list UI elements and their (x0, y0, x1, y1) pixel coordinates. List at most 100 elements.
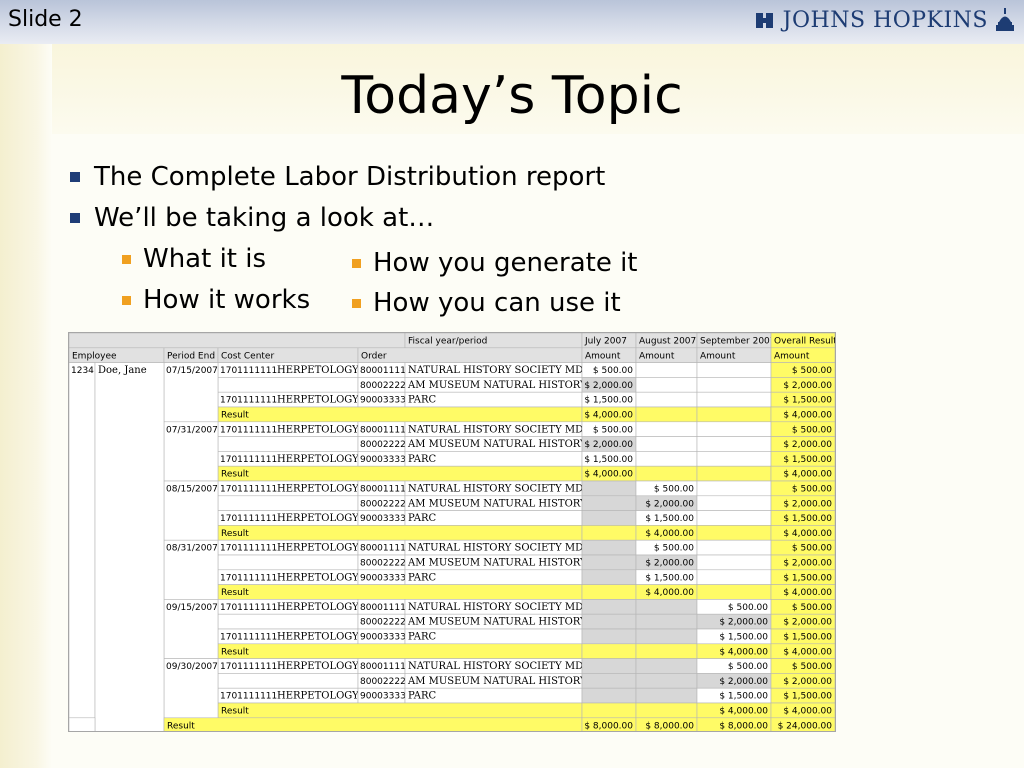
overall-value: $ 2,000.00 (783, 677, 832, 687)
bullet-text: How you generate it (373, 248, 638, 278)
cost-center-name: HERPETOLOGY (277, 572, 359, 583)
cost-center-name: HERPETOLOGY (277, 424, 359, 435)
overall-value: $ 4,000.00 (783, 588, 832, 598)
header-label: Amount (585, 351, 621, 361)
amount-cell (581, 554, 637, 571)
result-label: Result (221, 470, 249, 480)
amount-value: $ 2,000.00 (645, 499, 694, 509)
cost-center-cell (217, 554, 359, 571)
amount-cell (581, 628, 637, 645)
amount-value: $ 500.00 (654, 544, 694, 554)
order-name: AM MUSEUM NATURAL HISTORY (407, 439, 587, 450)
cost-center-name: HERPETOLOGY (277, 365, 359, 376)
result-amount-cell (696, 406, 772, 423)
overall-value: $ 500.00 (792, 603, 832, 613)
amount-cell (635, 658, 698, 674)
dome-icon (996, 8, 1014, 31)
cost-center-code: 1701111111 (220, 662, 277, 672)
result-label-cell (217, 702, 583, 719)
order-number: 80001111 (360, 544, 406, 554)
employee-id: 1234 (71, 366, 94, 376)
cost-center-code: 1701111111 (220, 544, 277, 554)
amount-cell (635, 377, 698, 393)
grand-result-value: $ 8,000.00 (645, 721, 694, 731)
overall-value: $ 500.00 (792, 485, 832, 495)
amount-cell (581, 569, 637, 585)
grand-result-value: $ 8,000.00 (584, 721, 633, 731)
amount-cell (581, 613, 637, 630)
logo-emblem-icon (755, 13, 773, 28)
order-name: PARC (408, 395, 437, 406)
period-end-date: 08/15/2007 (166, 485, 218, 495)
result-label: Result (221, 647, 249, 657)
overall-value: $ 2,000.00 (783, 381, 832, 391)
cost-center-code: 1701111111 (220, 366, 277, 376)
employee-name: Doe, Jane (98, 365, 147, 376)
order-name: NATURAL HISTORY SOCIETY MD (408, 484, 583, 495)
amount-cell (581, 687, 637, 704)
overall-value: $ 2,000.00 (783, 440, 832, 450)
overall-value: $ 2,000.00 (783, 499, 832, 509)
overall-value: $ 1,500.00 (783, 455, 832, 465)
overall-value: $ 1,500.00 (783, 396, 832, 406)
square-bullet-icon (352, 258, 361, 268)
square-bullet-icon (352, 298, 361, 308)
order-number: 90003333 (360, 514, 406, 524)
result-label-cell (217, 406, 583, 423)
header-label: September 2007 (700, 337, 776, 347)
order-name: PARC (408, 513, 437, 524)
result-label-cell (217, 584, 583, 600)
amount-cell (581, 480, 637, 497)
university-logo: JOHNS HOPKINS (755, 5, 1014, 35)
cost-center-name: HERPETOLOGY (277, 691, 359, 702)
result-amount: $ 4,000.00 (645, 529, 694, 539)
amount-cell (696, 436, 772, 452)
result-amount: $ 4,000.00 (584, 411, 633, 421)
result-label-cell (217, 643, 583, 659)
amount-cell (696, 362, 772, 378)
amount-value: $ 500.00 (654, 485, 694, 495)
header-label: Cost Center (221, 351, 274, 361)
square-bullet-icon (122, 254, 131, 264)
result-label: Result (221, 588, 249, 598)
cost-center-cell (217, 673, 359, 689)
bullet-text: We’ll be taking a look at… (94, 203, 435, 233)
amount-cell (581, 673, 637, 689)
order-number: 80002222 (360, 499, 406, 509)
result-amount: $ 4,000.00 (719, 647, 768, 657)
amount-value: $ 2,000.00 (584, 381, 633, 391)
square-bullet-icon (122, 295, 131, 305)
cost-center-name: HERPETOLOGY (277, 632, 359, 643)
amount-cell (696, 569, 772, 585)
amount-value: $ 2,000.00 (719, 677, 768, 687)
order-name: PARC (408, 632, 437, 643)
order-name: NATURAL HISTORY SOCIETY MD (408, 661, 583, 672)
result-amount-cell (581, 584, 637, 600)
amount-cell (581, 539, 637, 556)
amount-value: $ 2,000.00 (584, 440, 633, 450)
amount-value: $ 2,000.00 (719, 618, 768, 628)
amount-cell (581, 510, 637, 526)
amount-cell (696, 539, 772, 556)
order-number: 90003333 (360, 455, 406, 465)
amount-cell (635, 391, 698, 408)
header-label: Amount (774, 351, 810, 361)
logo-wordmark: JOHNS HOPKINS (782, 7, 988, 33)
result-amount: $ 4,000.00 (584, 470, 633, 480)
sub-bullet-1: What it is (122, 244, 266, 274)
overall-value: $ 4,000.00 (783, 707, 832, 717)
header-label: Fiscal year/period (408, 337, 487, 347)
amount-cell (696, 377, 772, 393)
cost-center-name: HERPETOLOGY (277, 454, 359, 465)
period-end-date: 08/31/2007 (166, 544, 218, 554)
cost-center-code: 1701111111 (220, 485, 277, 495)
amount-cell (635, 436, 698, 452)
cost-center-cell (217, 377, 359, 393)
period-end-date: 09/30/2007 (166, 662, 218, 672)
cost-center-code: 1701111111 (220, 603, 277, 613)
result-amount-cell (635, 406, 698, 423)
order-number: 80002222 (360, 440, 406, 450)
bullet-2: We’ll be taking a look at… (70, 203, 434, 233)
sub-bullet-2: How it works (122, 285, 310, 315)
amount-cell (696, 510, 772, 526)
